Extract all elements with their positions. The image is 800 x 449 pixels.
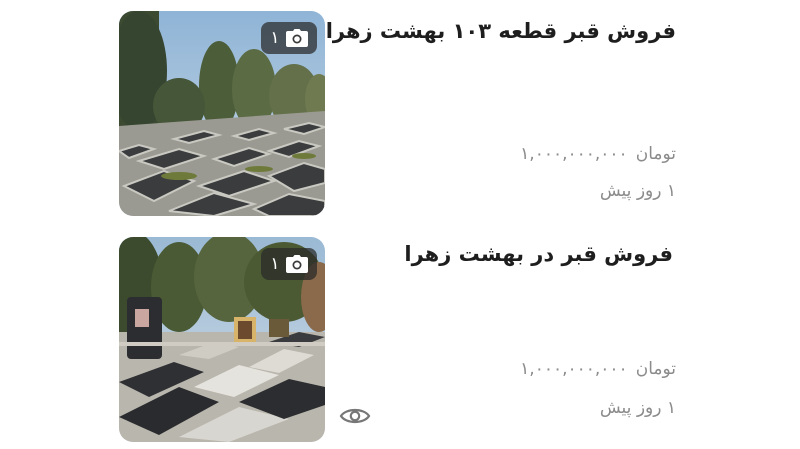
photo-count: ۱ [270, 254, 280, 274]
listing-card[interactable]: ۱ فروش قبر در بهشت زهرا تومان ۱,۰۰۰,۰۰۰,… [0, 237, 800, 442]
eye-icon [339, 408, 371, 424]
view-button[interactable] [338, 404, 372, 428]
price-value: ۱,۰۰۰,۰۰۰,۰۰۰ [520, 359, 628, 379]
price-unit: تومان [635, 359, 676, 379]
listing-price: تومان ۱,۰۰۰,۰۰۰,۰۰۰ [520, 144, 676, 164]
listing-price: تومان ۱,۰۰۰,۰۰۰,۰۰۰ [520, 359, 676, 379]
photo-count-badge: ۱ [261, 22, 317, 54]
price-unit: تومان [635, 144, 676, 164]
listing-title[interactable]: فروش قبر در بهشت زهرا [404, 242, 673, 266]
price-value: ۱,۰۰۰,۰۰۰,۰۰۰ [520, 144, 628, 164]
listing-title[interactable]: فروش قبر قطعه ۱۰۳ بهشت زهرا [326, 19, 676, 43]
camera-icon [285, 255, 308, 273]
camera-icon [285, 29, 308, 47]
photo-count-badge: ۱ [261, 248, 317, 280]
listing-time: ۱ روز پیش [599, 398, 676, 418]
listing-thumbnail[interactable]: ۱ [119, 11, 325, 216]
photo-count: ۱ [270, 28, 280, 48]
listing-thumbnail[interactable]: ۱ [119, 237, 325, 442]
listing-time: ۱ روز پیش [599, 181, 676, 201]
listing-card[interactable]: ۱ فروش قبر قطعه ۱۰۳ بهشت زهرا تومان ۱,۰۰… [0, 11, 800, 216]
